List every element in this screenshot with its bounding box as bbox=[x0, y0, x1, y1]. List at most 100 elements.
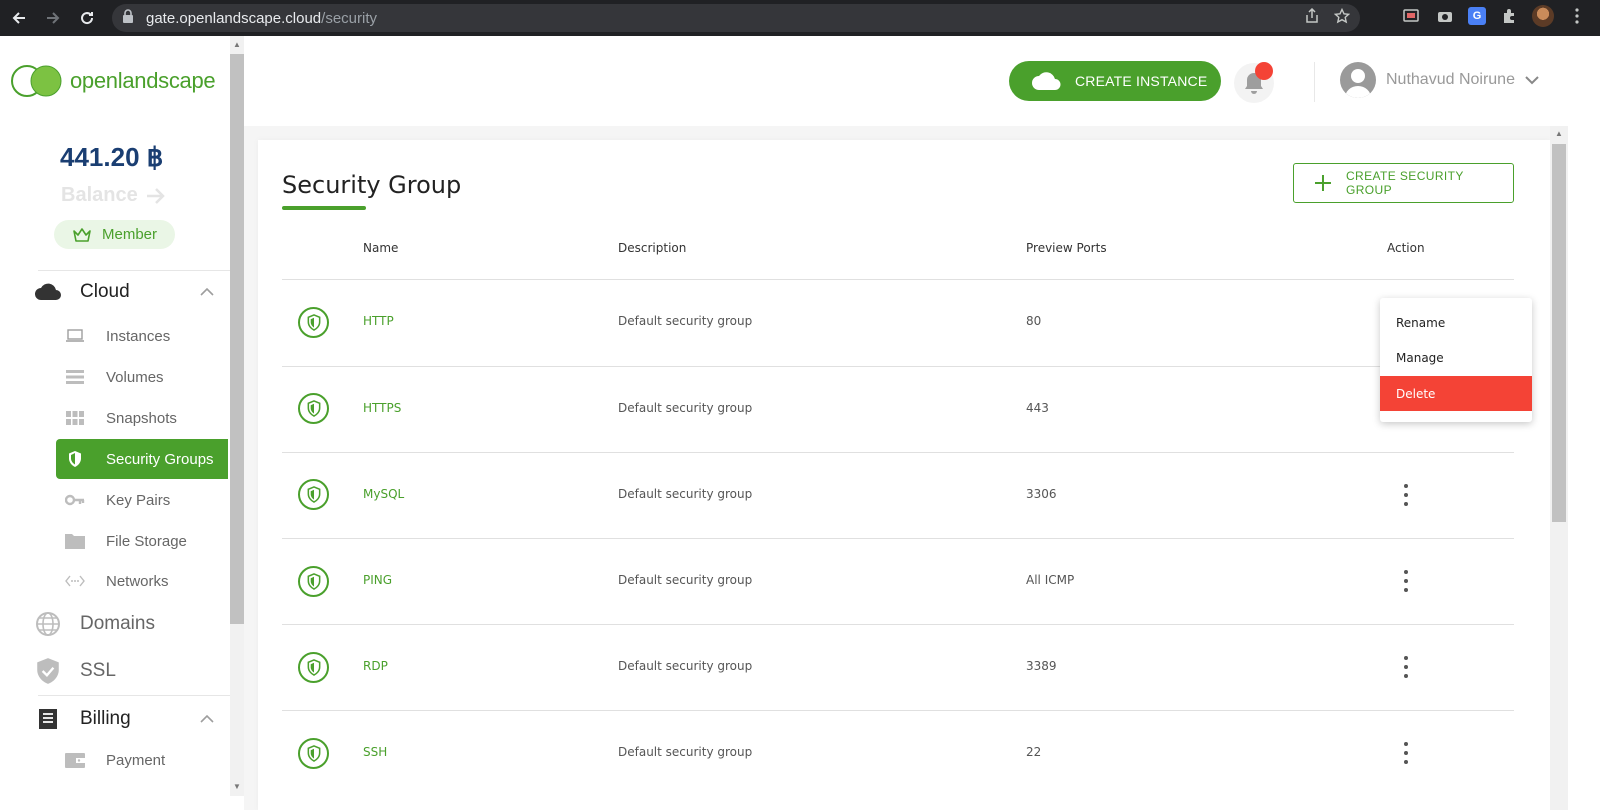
security-group-name[interactable]: HTTP bbox=[363, 314, 394, 328]
crown-icon bbox=[73, 227, 91, 242]
sidebar-item-key-pairs[interactable]: Key Pairs bbox=[56, 480, 228, 520]
sidebar-section-label: Cloud bbox=[80, 281, 130, 302]
balance-link[interactable]: Balance bbox=[61, 184, 166, 207]
security-group-ports: 443 bbox=[1026, 401, 1049, 415]
forward-icon[interactable] bbox=[38, 3, 68, 33]
reload-icon[interactable] bbox=[72, 3, 102, 33]
logo-text: openlandscape bbox=[70, 68, 216, 93]
laptop-icon bbox=[64, 329, 86, 343]
grid-icon bbox=[64, 411, 86, 425]
address-bar[interactable]: gate.openlandscape.cloud/security bbox=[112, 4, 1360, 32]
table-divider bbox=[282, 624, 1514, 625]
more-vert-icon[interactable] bbox=[1566, 5, 1588, 27]
security-group-name[interactable]: RDP bbox=[363, 659, 388, 673]
page-margin bbox=[1568, 36, 1600, 810]
cloud-icon bbox=[35, 283, 61, 300]
scroll-down-icon[interactable]: ▼ bbox=[233, 782, 241, 791]
notification-badge bbox=[1255, 62, 1273, 80]
header-divider bbox=[1314, 62, 1315, 102]
security-group-description: Default security group bbox=[618, 314, 753, 328]
more-actions-icon[interactable] bbox=[1398, 654, 1414, 680]
menu-item-manage[interactable]: Manage bbox=[1380, 340, 1532, 375]
chevron-down-icon bbox=[1525, 75, 1539, 84]
plus-icon bbox=[1314, 175, 1331, 191]
scroll-up-icon[interactable]: ▲ bbox=[233, 40, 241, 49]
security-group-description: Default security group bbox=[618, 573, 753, 587]
table-divider bbox=[282, 710, 1514, 711]
security-group-ports: 80 bbox=[1026, 314, 1042, 328]
more-actions-icon[interactable] bbox=[1398, 568, 1414, 594]
menu-item-rename[interactable]: Rename bbox=[1380, 305, 1532, 340]
sidebar-section-label: Billing bbox=[80, 708, 131, 729]
wallet-icon bbox=[64, 751, 86, 769]
browser-toolbar: gate.openlandscape.cloud/security G bbox=[0, 0, 1600, 36]
sidebar-item-label: Payment bbox=[106, 751, 166, 769]
user-menu[interactable]: Nuthavud Noirune bbox=[1340, 62, 1539, 98]
sidebar-divider bbox=[38, 270, 230, 271]
extensions-icon[interactable] bbox=[1498, 5, 1520, 27]
security-group-ports: All ICMP bbox=[1026, 573, 1075, 587]
logo-icon bbox=[11, 65, 62, 97]
member-badge: Member bbox=[54, 220, 175, 249]
sidebar-section-domains[interactable]: Domains bbox=[34, 607, 230, 641]
top-header: CREATE INSTANCE Nuthavud Noirune bbox=[244, 36, 1600, 126]
sidebar-item-volumes[interactable]: Volumes bbox=[56, 357, 228, 397]
sidebar-item-payment[interactable]: Payment bbox=[56, 740, 228, 780]
sidebar-section-ssl[interactable]: SSL bbox=[34, 654, 230, 688]
create-instance-button[interactable]: CREATE INSTANCE bbox=[1009, 61, 1221, 101]
sidebar-item-security-groups[interactable]: Security Groups bbox=[56, 439, 228, 479]
action-menu: Rename Manage Delete bbox=[1380, 298, 1532, 422]
security-group-name[interactable]: SSH bbox=[363, 745, 387, 759]
more-actions-icon[interactable] bbox=[1398, 740, 1414, 766]
security-group-description: Default security group bbox=[618, 659, 753, 673]
sidebar-item-label: Instances bbox=[106, 327, 171, 345]
shield-icon bbox=[298, 307, 329, 338]
chevron-up-icon bbox=[200, 288, 214, 296]
profile-avatar-icon[interactable] bbox=[1532, 5, 1554, 27]
share-icon[interactable] bbox=[1304, 7, 1320, 29]
arrow-right-icon bbox=[146, 187, 165, 204]
main-scrollbar[interactable]: ▲ bbox=[1550, 126, 1568, 810]
logo[interactable]: openlandscape bbox=[10, 64, 216, 98]
security-group-name[interactable]: PING bbox=[363, 573, 392, 587]
shield-icon bbox=[64, 450, 86, 468]
translate-icon[interactable]: G bbox=[1468, 7, 1486, 25]
create-security-group-button[interactable]: CREATE SECURITY GROUP bbox=[1293, 163, 1514, 203]
camera-icon[interactable] bbox=[1434, 5, 1456, 27]
security-group-ports: 3306 bbox=[1026, 487, 1057, 501]
sidebar-item-instances[interactable]: Instances bbox=[56, 316, 228, 356]
back-icon[interactable] bbox=[4, 3, 34, 33]
star-icon[interactable] bbox=[1333, 7, 1351, 29]
sidebar-item-snapshots[interactable]: Snapshots bbox=[56, 398, 228, 438]
sidebar-scrollbar[interactable]: ▲ ▼ bbox=[230, 36, 244, 796]
balance-amount: 441.20 ฿ bbox=[60, 142, 164, 172]
sidebar-section-label: Domains bbox=[80, 613, 155, 634]
menu-item-delete[interactable]: Delete bbox=[1380, 376, 1532, 411]
chevron-up-icon bbox=[200, 715, 214, 723]
more-actions-icon[interactable] bbox=[1398, 482, 1414, 508]
scroll-up-icon[interactable]: ▲ bbox=[1555, 129, 1563, 138]
globe-icon bbox=[36, 612, 60, 636]
shield-icon bbox=[298, 479, 329, 510]
cloud-icon bbox=[1032, 72, 1061, 90]
sidebar-item-file-storage[interactable]: File Storage bbox=[56, 521, 228, 561]
sidebar-section-billing[interactable]: Billing bbox=[34, 702, 230, 736]
url-path: /security bbox=[321, 9, 378, 27]
shield-icon bbox=[298, 566, 329, 597]
volumes-icon bbox=[64, 370, 86, 384]
column-header-name: Name bbox=[363, 241, 399, 255]
cast-icon[interactable] bbox=[1400, 5, 1422, 27]
sidebar-item-networks[interactable]: Networks bbox=[56, 561, 228, 601]
shield-icon bbox=[298, 738, 329, 769]
create-instance-label: CREATE INSTANCE bbox=[1075, 73, 1208, 89]
security-group-name[interactable]: HTTPS bbox=[363, 401, 401, 415]
security-group-name[interactable]: MySQL bbox=[363, 487, 404, 501]
table-divider bbox=[282, 279, 1514, 280]
sidebar-section-cloud[interactable]: Cloud bbox=[34, 275, 230, 309]
sidebar-scrollbar-thumb[interactable] bbox=[230, 54, 244, 624]
url-host: gate.openlandscape.cloud bbox=[146, 9, 322, 27]
table-divider bbox=[282, 538, 1514, 539]
security-group-ports: 22 bbox=[1026, 745, 1042, 759]
lock-icon bbox=[122, 8, 140, 28]
main-scrollbar-thumb[interactable] bbox=[1552, 144, 1566, 522]
